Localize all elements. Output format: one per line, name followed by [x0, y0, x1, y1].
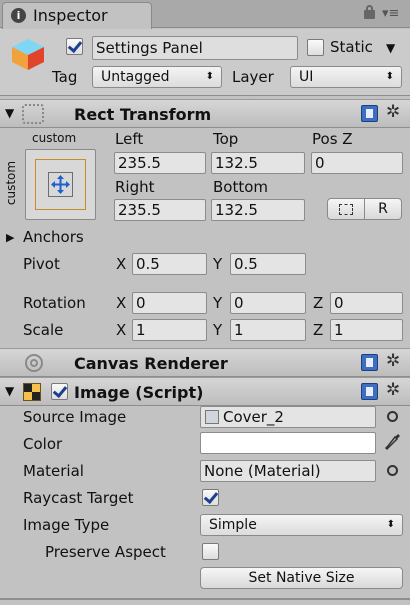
blueprint-mode-button[interactable]	[327, 198, 365, 220]
layer-label: Layer	[232, 68, 274, 86]
layer-value: UI	[299, 69, 314, 85]
updown-icon: ⬍	[205, 71, 214, 82]
info-icon: i	[11, 8, 26, 23]
raycast-target-checkbox[interactable]	[202, 489, 219, 506]
raycast-target-label: Raycast Target	[23, 489, 134, 507]
left-field[interactable]: 235.5	[114, 152, 206, 174]
canvas-renderer-icon	[25, 354, 43, 372]
gear-icon[interactable]: ✲	[386, 353, 400, 370]
source-image-label: Source Image	[23, 408, 127, 426]
rotation-y-label[interactable]: Y	[213, 294, 222, 312]
component-title: Image (Script)	[74, 383, 204, 402]
source-image-value: Cover_2	[223, 408, 284, 426]
image-script-header[interactable]: ▼ Image (Script) ✲	[0, 377, 410, 406]
preserve-aspect-checkbox[interactable]	[202, 543, 219, 560]
scale-y-label[interactable]: Y	[213, 321, 222, 339]
source-image-field[interactable]: Cover_2	[200, 406, 376, 428]
anchor-preset-side-label: custom	[4, 160, 19, 206]
gameobject-name-field[interactable]: Settings Panel	[92, 36, 298, 60]
bottom-header: Bottom	[213, 178, 269, 196]
component-title: Canvas Renderer	[74, 354, 228, 373]
foldout-arrow-icon[interactable]: ▼	[5, 384, 14, 398]
pivot-x-label[interactable]: X	[116, 255, 126, 273]
rotation-x-label[interactable]: X	[116, 294, 126, 312]
bottom-field[interactable]: 132.5	[211, 199, 305, 221]
canvas-renderer-header[interactable]: Canvas Renderer ✲	[0, 348, 410, 377]
tab-title: Inspector	[33, 6, 108, 25]
help-book-icon[interactable]	[361, 383, 378, 400]
object-picker-icon[interactable]	[387, 411, 398, 422]
help-book-icon[interactable]	[361, 105, 378, 122]
updown-icon: ⬍	[386, 519, 395, 530]
right-field[interactable]: 235.5	[114, 199, 206, 221]
scale-y-field[interactable]: 1	[230, 319, 306, 341]
rotation-z-field[interactable]: 0	[330, 292, 403, 314]
menu-icon[interactable]: ▾≡	[382, 6, 399, 21]
anchor-preset-button[interactable]	[25, 149, 96, 220]
rect-transform-icon	[22, 104, 44, 124]
tag-label: Tag	[52, 68, 78, 86]
image-type-dropdown[interactable]: Simple ⬍	[200, 514, 403, 536]
top-field[interactable]: 132.5	[211, 152, 305, 174]
active-checkbox[interactable]	[66, 38, 83, 55]
set-native-size-button[interactable]: Set Native Size	[200, 567, 403, 589]
sprite-icon	[205, 410, 219, 424]
cube-icon	[12, 39, 44, 70]
right-header: Right	[115, 178, 155, 196]
image-component-icon	[23, 383, 41, 401]
scale-z-label[interactable]: Z	[313, 321, 323, 339]
scale-x-label[interactable]: X	[116, 321, 126, 339]
help-book-icon[interactable]	[361, 354, 378, 371]
material-label: Material	[23, 462, 84, 480]
rotation-z-label[interactable]: Z	[313, 294, 323, 312]
layer-dropdown[interactable]: UI ⬍	[290, 66, 402, 88]
static-checkbox[interactable]	[307, 39, 324, 56]
material-field[interactable]: None (Material)	[200, 460, 376, 482]
gear-icon[interactable]: ✲	[386, 382, 400, 399]
anchors-foldout-arrow-icon[interactable]: ▶	[6, 231, 14, 244]
move-arrows-icon	[51, 175, 70, 194]
set-native-size-label: Set Native Size	[248, 570, 355, 586]
image-type-label: Image Type	[23, 516, 110, 534]
pivot-y-label[interactable]: Y	[213, 255, 222, 273]
top-header: Top	[213, 130, 239, 148]
rotation-y-field[interactable]: 0	[230, 292, 306, 314]
anchors-label[interactable]: Anchors	[23, 228, 84, 246]
rotation-x-field[interactable]: 0	[132, 292, 207, 314]
gear-icon[interactable]: ✲	[386, 104, 400, 121]
pivot-label: Pivot	[23, 255, 60, 273]
preserve-aspect-label: Preserve Aspect	[45, 543, 166, 561]
scale-x-field[interactable]: 1	[132, 319, 207, 341]
color-label: Color	[23, 435, 63, 453]
pivot-y-field[interactable]: 0.5	[230, 253, 306, 275]
pivot-x-field[interactable]: 0.5	[132, 253, 207, 275]
raw-edit-button[interactable]: R	[364, 198, 402, 220]
image-enabled-checkbox[interactable]	[51, 383, 68, 400]
image-type-value: Simple	[209, 517, 257, 533]
tab-inspector[interactable]: i Inspector	[2, 2, 152, 29]
anchor-preset-top-label: custom	[32, 131, 77, 145]
component-title: Rect Transform	[74, 105, 212, 124]
eyedropper-icon[interactable]	[384, 432, 402, 452]
raw-edit-label: R	[378, 201, 388, 217]
scale-label: Scale	[23, 321, 64, 339]
scale-z-field[interactable]: 1	[330, 319, 403, 341]
posz-header: Pos Z	[312, 130, 353, 148]
lock-shackle	[366, 5, 373, 12]
updown-icon: ⬍	[385, 71, 394, 82]
dotted-rect-icon	[339, 204, 353, 215]
object-picker-icon[interactable]	[387, 465, 398, 476]
bottom-divider	[0, 598, 410, 600]
rect-transform-header[interactable]: ▼ Rect Transform ✲	[0, 99, 410, 128]
left-header: Left	[115, 130, 144, 148]
foldout-arrow-icon[interactable]: ▼	[5, 106, 14, 120]
tag-dropdown[interactable]: Untagged ⬍	[92, 66, 222, 88]
tag-value: Untagged	[101, 69, 170, 85]
posz-field[interactable]: 0	[311, 152, 403, 174]
static-dropdown-arrow[interactable]: ▼	[386, 41, 395, 55]
rotation-label: Rotation	[23, 294, 86, 312]
color-swatch[interactable]	[200, 432, 376, 454]
static-label: Static	[330, 38, 373, 56]
